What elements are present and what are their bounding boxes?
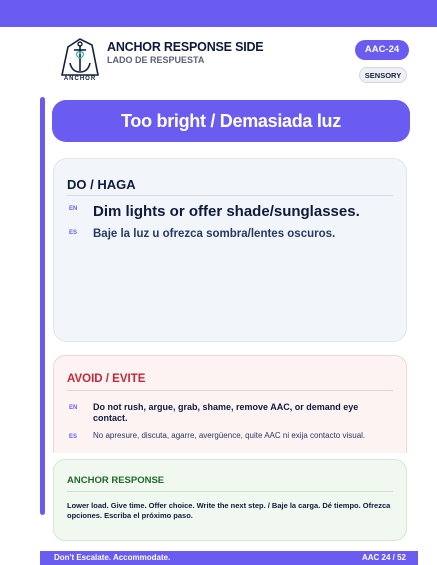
category-badge: SENSORY xyxy=(359,67,407,83)
response-heading: ANCHOR RESPONSE xyxy=(67,475,165,486)
divider xyxy=(67,195,393,196)
avoid-text-en: Do not rush, argue, grab, shame, remove … xyxy=(93,402,359,423)
footer: Don't Escalate. Accommodate. AAC 24 / 52 xyxy=(40,551,418,565)
footer-tagline: Don't Escalate. Accommodate. xyxy=(54,553,171,562)
divider xyxy=(67,390,393,391)
card-id-badge: AAC-24 xyxy=(355,40,409,60)
lang-tag-es: ES xyxy=(69,434,78,440)
avoid-heading: AVOID / EVITE xyxy=(67,373,146,385)
response-text: Lower load. Give time. Offer choice. Wri… xyxy=(67,501,391,520)
lang-tag-es: ES xyxy=(69,230,78,236)
logo-wordmark: ANCHOR xyxy=(63,76,97,82)
do-text-es: Baje la luz u ofrezca sombra/lentes oscu… xyxy=(93,228,336,240)
lang-tag-en: EN xyxy=(69,405,78,411)
top-bar xyxy=(0,0,437,27)
do-heading: DO / HAGA xyxy=(67,177,136,192)
divider xyxy=(67,491,393,492)
lang-tag-en: EN xyxy=(69,206,78,212)
anchor-response-section: ANCHOR RESPONSE Lower load. Give time. O… xyxy=(53,459,407,541)
accent-line xyxy=(40,97,45,515)
page-subtitle: LADO DE RESPUESTA xyxy=(107,55,205,65)
do-text-en: Dim lights or offer shade/sunglasses. xyxy=(93,203,360,220)
page-number: AAC 24 / 52 xyxy=(361,553,406,562)
avoid-section: AVOID / EVITE EN Do not rush, argue, gra… xyxy=(53,355,407,453)
page-title: ANCHOR RESPONSE SIDE xyxy=(107,40,264,54)
situation-banner: Too bright / Demasiada luz xyxy=(52,100,410,142)
do-section: DO / HAGA EN Dim lights or offer shade/s… xyxy=(53,158,407,342)
avoid-text-es: No apresure, discuta, agarre, avergüence… xyxy=(93,431,366,440)
